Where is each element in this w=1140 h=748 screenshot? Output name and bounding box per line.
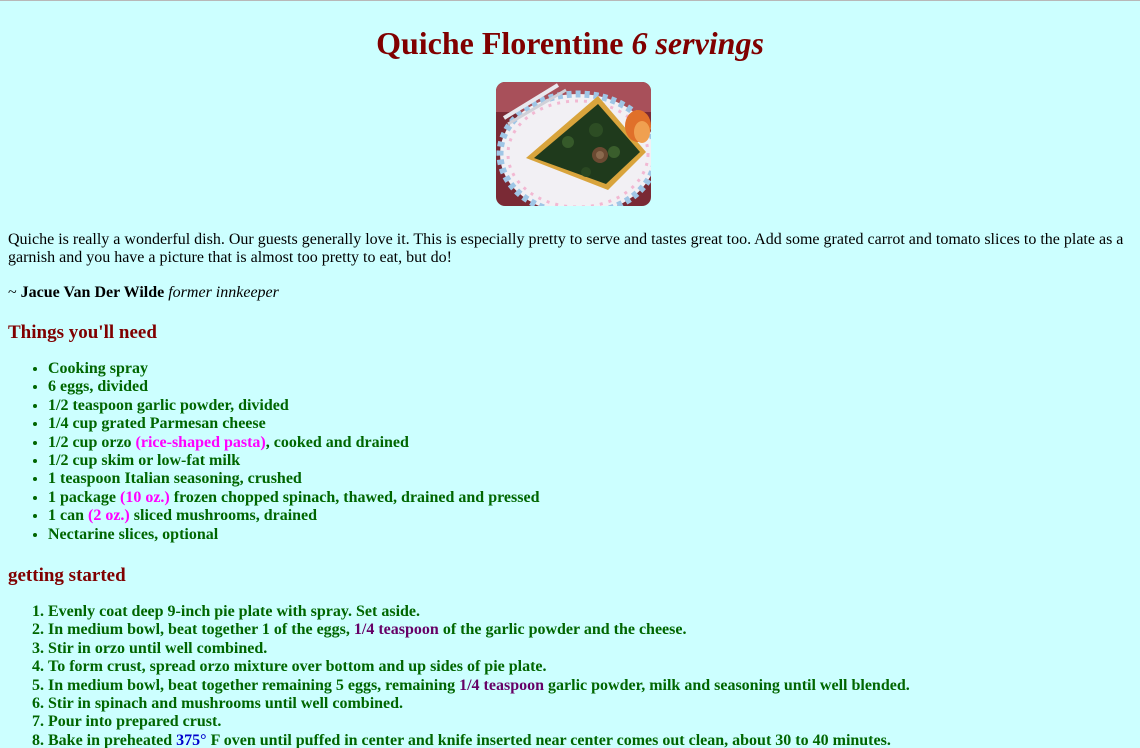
measure-note: 1/4 teaspoon — [353, 621, 439, 639]
steps-heading: getting started — [8, 565, 126, 586]
step-text: Bake in preheated — [48, 731, 177, 748]
servings-label: 6 servings — [631, 25, 764, 61]
ingredient-text: 1/2 cup orzo — [48, 433, 136, 451]
step-text: Stir in spinach and mushrooms until well… — [48, 695, 404, 713]
byline-prefix: ~ — [8, 284, 21, 301]
list-item: In medium bowl, beat together remaining … — [48, 677, 910, 695]
step-text: Pour into prepared crust. — [48, 713, 222, 731]
list-item: Stir in orzo until well combined. — [48, 640, 910, 658]
list-item: Pour into prepared crust. — [48, 713, 910, 731]
ingredients-heading: Things you'll need — [8, 322, 157, 343]
ingredient-text: Nectarine slices, optional — [48, 525, 219, 543]
list-item: 1/2 cup skim or low-fat milk — [48, 452, 539, 470]
quiche-photo — [496, 82, 651, 206]
step-text: Evenly coat deep 9-inch pie plate with s… — [48, 603, 421, 620]
list-item: 1/2 cup orzo (rice-shaped pasta), cooked… — [48, 434, 539, 452]
ingredients-list: Cooking spray 6 eggs, divided 1/2 teaspo… — [8, 360, 539, 544]
byline: ~ Jacue Van Der Wilde former innkeeper — [8, 284, 279, 302]
list-item: 1/4 cup grated Parmesan cheese — [48, 415, 539, 433]
measure-note: 1/4 teaspoon — [459, 676, 545, 694]
list-item: Bake in preheated 375° F oven until puff… — [48, 732, 910, 748]
step-text: To form crust, spread orzo mixture over … — [48, 658, 547, 676]
author-name: Jacue Van Der Wilde — [20, 284, 165, 301]
ingredient-text: 1 package — [48, 488, 120, 506]
ingredient-text: , cooked and drained — [265, 433, 409, 451]
quantity-note: (10 oz.) — [120, 488, 170, 506]
list-item: 1 teaspoon Italian seasoning, crushed — [48, 470, 539, 488]
list-item: To form crust, spread orzo mixture over … — [48, 658, 910, 676]
steps-list: Evenly coat deep 9-inch pie plate with s… — [8, 603, 910, 748]
list-item: Cooking spray — [48, 360, 539, 378]
list-item: 1 can (2 oz.) sliced mushrooms, drained — [48, 507, 539, 525]
quantity-note: (rice-shaped pasta) — [135, 433, 266, 451]
list-item: 1/2 teaspoon garlic powder, divided — [48, 397, 539, 415]
ingredient-text: 1 can — [48, 507, 88, 525]
step-text: In medium bowl, beat together remaining … — [48, 676, 460, 694]
ingredient-text: 6 eggs, divided — [48, 378, 149, 396]
list-item: 6 eggs, divided — [48, 378, 539, 396]
step-text: of the garlic powder and the cheese. — [438, 621, 687, 639]
step-text: In medium bowl, beat together 1 of the e… — [48, 621, 354, 639]
quantity-note: (2 oz.) — [88, 507, 130, 525]
temperature-note: 375° — [176, 731, 207, 748]
recipe-name: Quiche Florentine — [376, 25, 624, 61]
step-text: F oven until puffed in center and knife … — [206, 731, 891, 748]
ingredient-text: 1/2 cup skim or low-fat milk — [48, 452, 241, 470]
ingredient-text: frozen chopped spinach, thawed, drained … — [169, 488, 540, 506]
list-item: In medium bowl, beat together 1 of the e… — [48, 621, 910, 639]
step-text: garlic powder, milk and seasoning until … — [544, 676, 910, 694]
ingredient-text: 1/4 cup grated Parmesan cheese — [48, 415, 266, 433]
author-role: former innkeeper — [168, 284, 279, 301]
ingredient-text: 1 teaspoon Italian seasoning, crushed — [48, 470, 302, 488]
list-item: Nectarine slices, optional — [48, 526, 539, 544]
ingredient-text: Cooking spray — [48, 360, 149, 377]
list-item: Stir in spinach and mushrooms until well… — [48, 695, 910, 713]
page-title: Quiche Florentine 6 servings — [0, 25, 1140, 61]
recipe-page: Quiche Florentine 6 servings Quiche is r… — [0, 0, 1140, 748]
list-item: 1 package (10 oz.) frozen chopped spinac… — [48, 489, 539, 507]
list-item: Evenly coat deep 9-inch pie plate with s… — [48, 603, 910, 621]
ingredient-text: 1/2 teaspoon garlic powder, divided — [48, 396, 289, 414]
intro-paragraph: Quiche is really a wonderful dish. Our g… — [8, 231, 1124, 266]
step-text: Stir in orzo until well combined. — [48, 639, 268, 657]
ingredient-text: sliced mushrooms, drained — [129, 507, 318, 525]
